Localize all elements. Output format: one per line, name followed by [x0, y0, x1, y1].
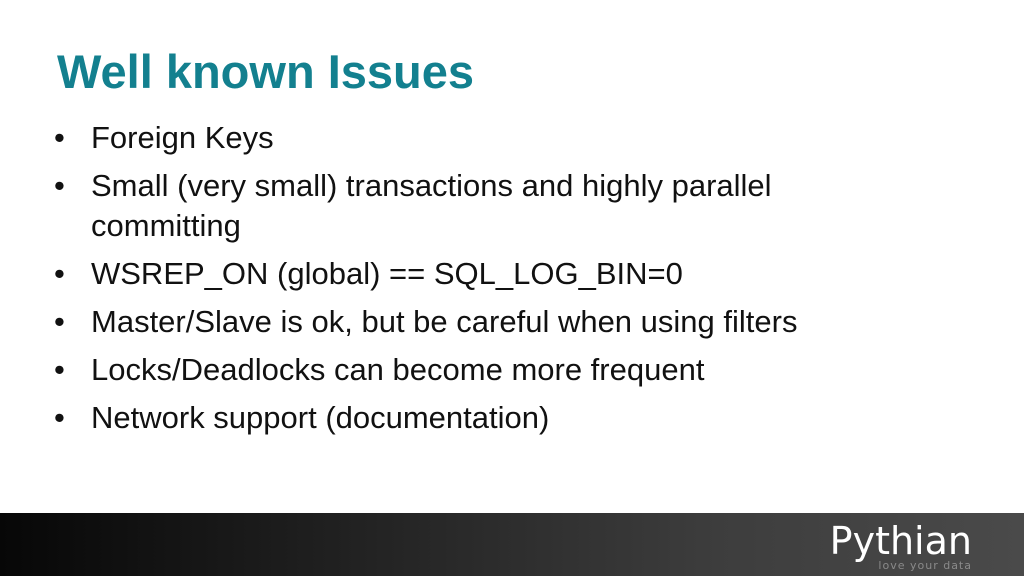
- bullet-text: Network support (documentation): [91, 400, 550, 435]
- bullet-text: Foreign Keys: [91, 120, 274, 155]
- bullet-item-small-transactions: • Small (very small) transactions and hi…: [54, 166, 914, 246]
- bullet-marker: •: [54, 256, 65, 291]
- bullet-marker: •: [54, 352, 65, 387]
- bullet-marker: •: [54, 400, 65, 435]
- bullet-item-foreign-keys: • Foreign Keys: [54, 118, 914, 158]
- slide: Well known Issues • Foreign Keys • Small…: [0, 0, 1024, 576]
- bullet-text: Master/Slave is ok, but be careful when …: [91, 304, 798, 339]
- slide-title: Well known Issues: [57, 45, 475, 98]
- bullet-item-locks-deadlocks: • Locks/Deadlocks can become more freque…: [54, 350, 914, 390]
- bullet-marker: •: [54, 120, 65, 155]
- bullet-item-master-slave: • Master/Slave is ok, but be careful whe…: [54, 302, 914, 342]
- bullet-text: Locks/Deadlocks can become more frequent: [91, 352, 705, 387]
- pythian-logo: Pythian love your data: [830, 520, 972, 572]
- logo-wordmark: Pythian: [829, 519, 972, 563]
- bullet-text: WSREP_ON (global) == SQL_LOG_BIN=0: [91, 256, 683, 291]
- bullet-list: • Foreign Keys • Small (very small) tran…: [54, 118, 914, 446]
- bullet-item-wsrep-on: • WSREP_ON (global) == SQL_LOG_BIN=0: [54, 254, 914, 294]
- bullet-item-network-support: • Network support (documentation): [54, 398, 914, 438]
- bullet-text: Small (very small) transactions and high…: [91, 168, 772, 243]
- bullet-marker: •: [54, 304, 65, 339]
- bullet-marker: •: [54, 168, 65, 203]
